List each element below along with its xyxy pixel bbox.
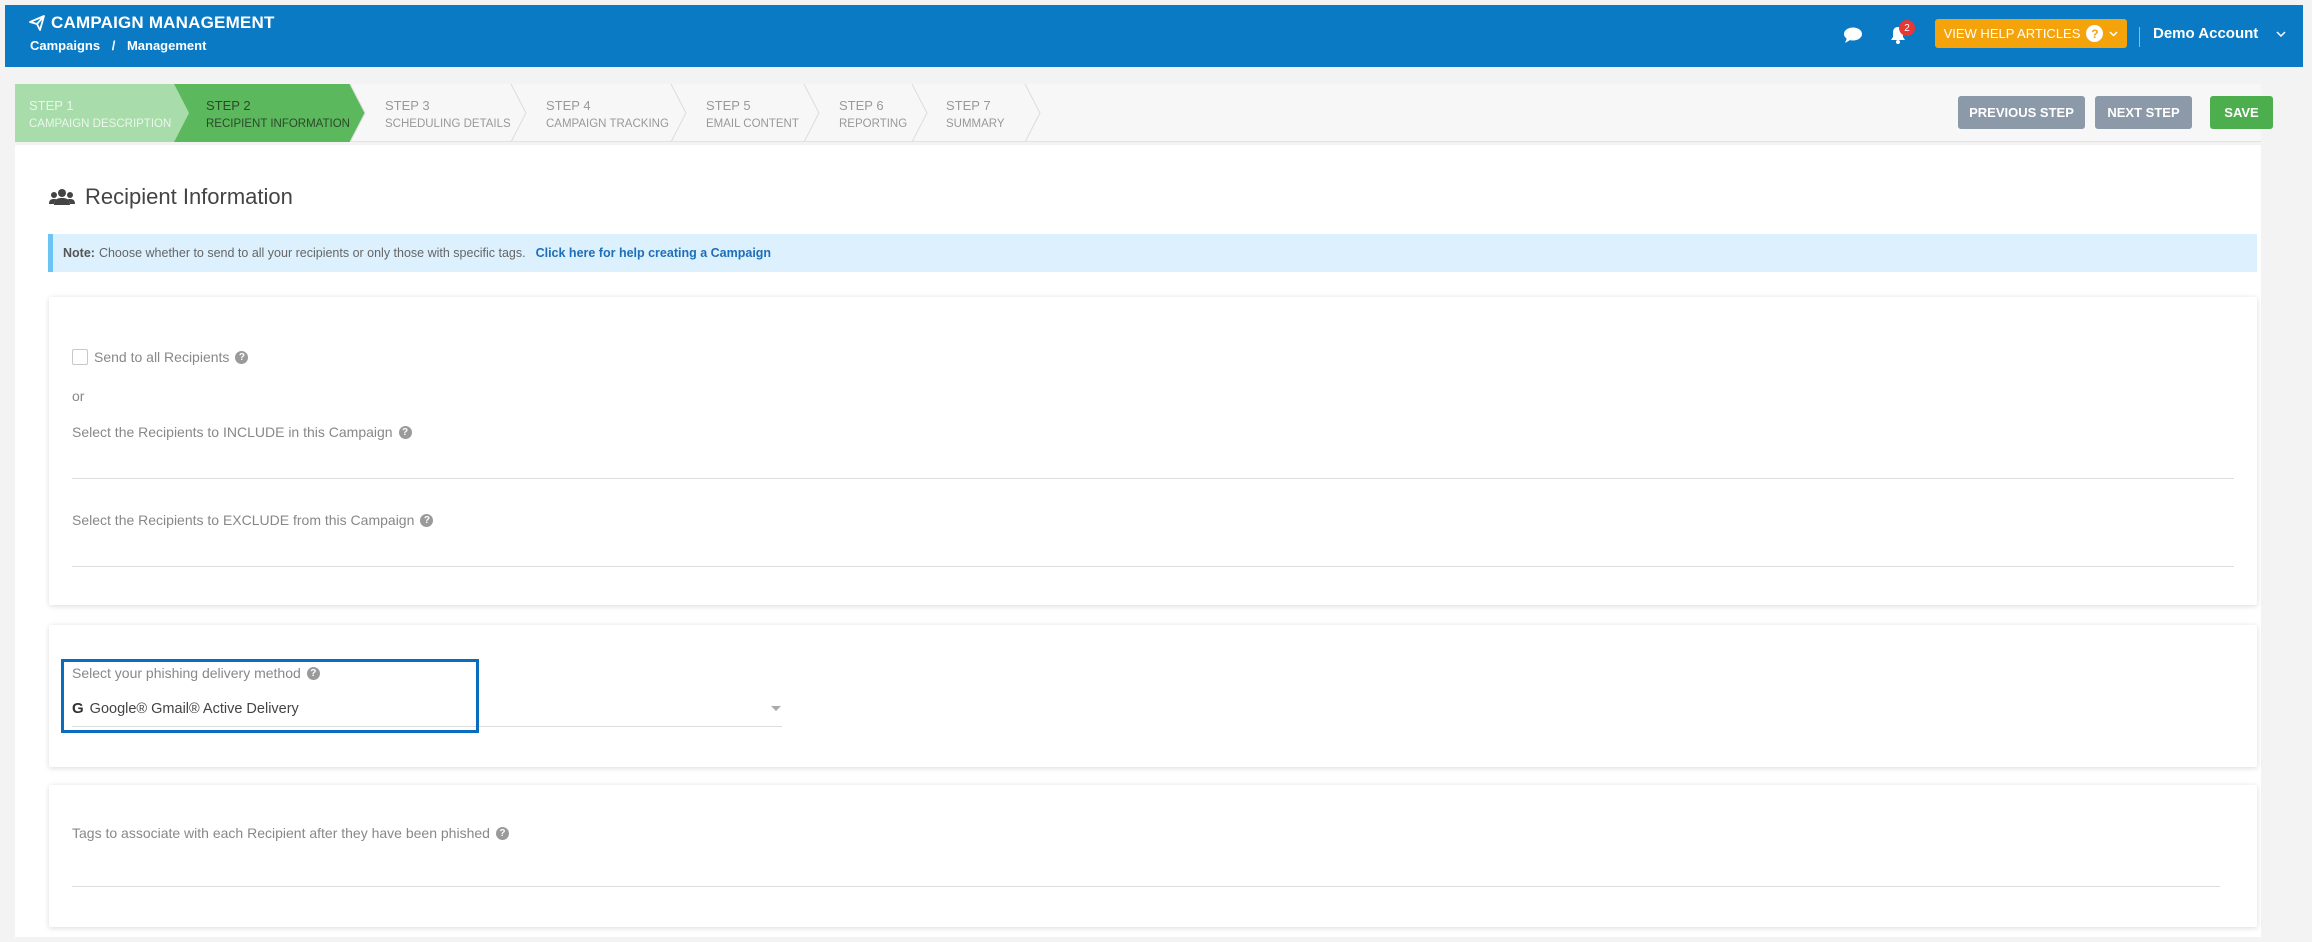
note-text: Choose whether to send to all your recip… [98, 246, 526, 260]
step-number: STEP 6 [839, 98, 884, 113]
next-step-button[interactable]: NEXT STEP [2095, 96, 2192, 129]
app-title-text: CAMPAIGN MANAGEMENT [51, 13, 275, 32]
breadcrumb-separator: / [111, 38, 116, 53]
notification-badge: 2 [1899, 20, 1915, 36]
step-4[interactable]: STEP 4 CAMPAIGN TRACKING [532, 84, 682, 141]
or-text: or [72, 388, 85, 404]
top-header: CAMPAIGN MANAGEMENT Campaigns / Manageme… [5, 5, 2303, 67]
exclude-label: Select the Recipients to EXCLUDE from th… [72, 512, 415, 528]
send-all-checkbox[interactable] [72, 349, 88, 365]
previous-step-button[interactable]: PREVIOUS STEP [1958, 96, 2085, 129]
view-help-articles-button[interactable]: VIEW HELP ARTICLES ? [1935, 19, 2127, 48]
send-all-row: Send to all Recipients ? [72, 349, 249, 365]
chevron-down-icon [2276, 30, 2286, 37]
step-1[interactable]: STEP 1 CAMPAIGN DESCRIPTION [15, 84, 175, 141]
step-number: STEP 5 [706, 98, 751, 113]
breadcrumb-management: Management [126, 38, 207, 53]
recipients-card [49, 297, 2257, 605]
header-divider [2139, 27, 2140, 47]
paper-plane-icon [29, 15, 45, 31]
step-7[interactable]: STEP 7 SUMMARY [932, 84, 1032, 141]
step-3[interactable]: STEP 3 SCHEDULING DETAILS [371, 84, 521, 141]
tags-card [49, 785, 2257, 927]
step-label: RECIPIENT INFORMATION [206, 118, 350, 130]
help-button-label: VIEW HELP ARTICLES [1943, 26, 2081, 41]
step-number: STEP 7 [946, 98, 991, 113]
question-icon[interactable]: ? [398, 425, 412, 439]
step-2[interactable]: STEP 2 RECIPIENT INFORMATION [192, 84, 362, 141]
include-label: Select the Recipients to INCLUDE in this… [72, 424, 393, 440]
note-banner: Note: Choose whether to send to all your… [48, 234, 2257, 272]
account-menu[interactable]: Demo Account [2153, 25, 2286, 42]
breadcrumb-campaigns[interactable]: Campaigns [30, 38, 100, 53]
step-label: CAMPAIGN TRACKING [546, 118, 669, 130]
focus-highlight [61, 659, 479, 733]
question-icon: ? [2086, 25, 2104, 42]
app-frame: CAMPAIGN MANAGEMENT Campaigns / Manageme… [0, 0, 2312, 942]
users-icon [49, 189, 75, 205]
question-icon[interactable]: ? [495, 826, 509, 840]
tags-label: Tags to associate with each Recipient af… [72, 825, 490, 841]
app-title: CAMPAIGN MANAGEMENT [29, 13, 275, 33]
question-icon[interactable]: ? [420, 513, 434, 527]
exclude-row: Select the Recipients to EXCLUDE from th… [72, 512, 434, 528]
wizard-steps: STEP 1 CAMPAIGN DESCRIPTION STEP 2 RECIP… [15, 84, 2261, 142]
tags-input[interactable] [72, 886, 2220, 887]
chat-bubble-icon[interactable] [1843, 26, 1863, 44]
step-number: STEP 4 [546, 98, 591, 113]
help-link[interactable]: Click here for help creating a Campaign [536, 246, 771, 260]
step-label: REPORTING [839, 118, 908, 130]
chevron-down-icon [2109, 30, 2118, 37]
section-title-text: Recipient Information [85, 184, 293, 209]
breadcrumb: Campaigns / Management [30, 38, 206, 53]
step-number: STEP 2 [206, 98, 251, 113]
include-row: Select the Recipients to INCLUDE in this… [72, 424, 412, 440]
section-title: Recipient Information [49, 184, 293, 210]
question-icon[interactable]: ? [235, 350, 249, 364]
step-label: SUMMARY [946, 118, 1005, 130]
step-number: STEP 1 [29, 98, 74, 113]
save-button[interactable]: SAVE [2210, 96, 2273, 129]
exclude-recipients-input[interactable] [72, 566, 2234, 567]
note-prefix: Note: [63, 246, 95, 260]
include-recipients-input[interactable] [72, 478, 2234, 479]
step-6[interactable]: STEP 6 REPORTING [825, 84, 925, 141]
step-5[interactable]: STEP 5 EMAIL CONTENT [692, 84, 812, 141]
step-label: CAMPAIGN DESCRIPTION [29, 118, 172, 130]
step-label: SCHEDULING DETAILS [385, 118, 511, 130]
dropdown-caret-icon[interactable] [771, 706, 781, 711]
tags-label-row: Tags to associate with each Recipient af… [72, 825, 509, 841]
send-all-label[interactable]: Send to all Recipients [94, 349, 229, 365]
step-label: EMAIL CONTENT [706, 118, 799, 130]
account-name: Demo Account [2153, 25, 2259, 42]
step-number: STEP 3 [385, 98, 430, 113]
